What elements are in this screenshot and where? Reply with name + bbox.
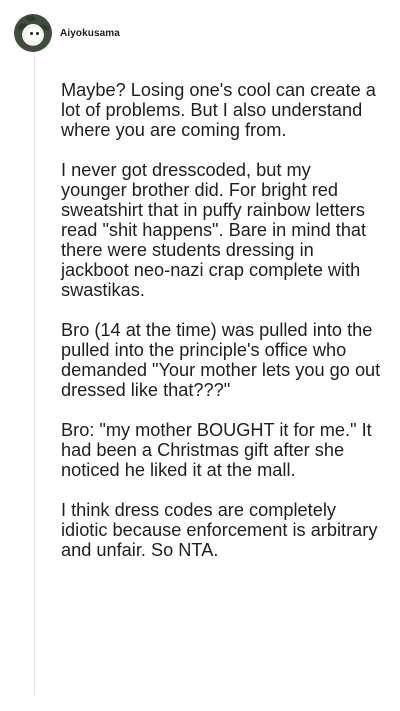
- comment-paragraph: Maybe? Losing one's cool can create a lo…: [61, 80, 376, 140]
- comment-header: Aiyokusama: [14, 13, 120, 53]
- avatar-leaf: [39, 22, 51, 33]
- avatar-eye: [30, 32, 33, 35]
- comment-paragraph: I never got dresscoded, but my younger b…: [61, 160, 367, 300]
- username[interactable]: Aiyokusama: [60, 28, 120, 39]
- avatar-leaf: [16, 22, 28, 31]
- comment-paragraph: I think dress codes are completely idiot…: [61, 500, 378, 560]
- avatar-eye: [36, 32, 39, 35]
- comment-card: Aiyokusama Maybe? Losing one's cool can …: [0, 0, 400, 711]
- avatar-icon[interactable]: [14, 14, 52, 52]
- comment-body: Maybe? Losing one's cool can create a lo…: [61, 80, 381, 580]
- comment-paragraph: Bro: "my mother BOUGHT it for me." It ha…: [61, 420, 372, 480]
- avatar-face: [27, 28, 41, 41]
- comment-paragraph: Bro (14 at the time) was pulled into the…: [61, 320, 381, 400]
- avatar-leaf: [25, 15, 37, 22]
- thread-line[interactable]: [34, 50, 35, 695]
